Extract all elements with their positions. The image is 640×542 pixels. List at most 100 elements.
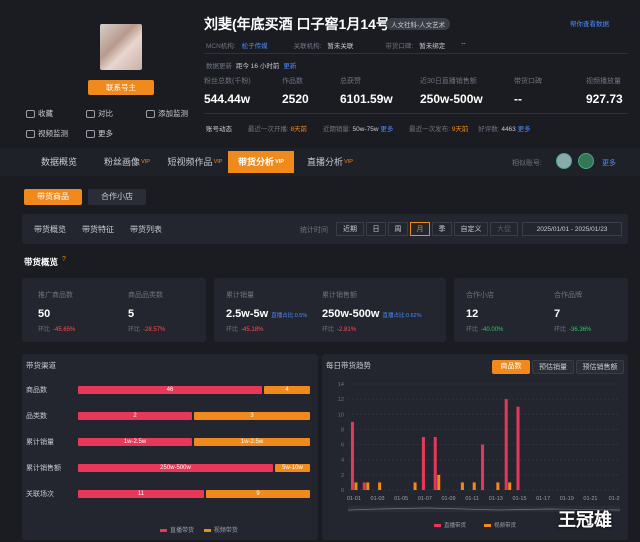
compare-button[interactable]: 对比 — [86, 108, 113, 119]
tab-overview[interactable]: 数据概览 — [30, 151, 88, 173]
stat-label: 作品数 — [282, 78, 303, 85]
channel-row-label: 累计销量 — [26, 439, 54, 446]
channel-bar-live: 250w-500w — [78, 464, 273, 472]
stat-value: 250w-500w — [420, 92, 483, 106]
similar-avatar-2[interactable] — [578, 153, 594, 169]
x-tick-label: 01-21 — [583, 496, 597, 502]
stat-label: 视频播放量 — [586, 78, 621, 85]
trend-bar — [362, 482, 366, 490]
platform-value: 暂未关联 — [327, 43, 354, 50]
tab-sales-label: 带货分析 — [238, 157, 275, 167]
kpi-change-value: -2.81% — [337, 327, 357, 333]
mcn-value[interactable]: 松子传媒 — [242, 40, 268, 50]
range-option[interactable]: 大促 — [490, 222, 518, 236]
subtab-shops[interactable]: 合作小店 — [88, 189, 146, 205]
channel-row-label: 关联场次 — [26, 491, 54, 498]
trend-bar — [413, 482, 417, 490]
kpi-change-value: -45.18% — [241, 327, 264, 333]
x-tick-label: 01-15 — [512, 496, 526, 502]
trend-bar — [421, 437, 425, 490]
kpi-item: 合作品牌 7 环比 -36.36% — [554, 290, 591, 333]
kpi-item: 累计销售额 250w-500w 直播占比:0.62% 环比 -2.81% — [322, 290, 422, 333]
range-option[interactable]: 月 — [410, 222, 430, 236]
channels-legend: 直播带货 视频带货 — [160, 525, 238, 534]
kpi-change-label: 环比 — [38, 327, 51, 333]
channel-row-label: 商品数 — [26, 387, 47, 394]
kpi-item: 累计销量 2.5w-5w 直播占比:0.5% 环比 -45.18% — [226, 290, 307, 333]
platform-label: 关联机构: — [293, 43, 322, 50]
channel-bar-live: 46 — [78, 386, 262, 394]
avatar[interactable] — [100, 24, 142, 70]
sales-label: 近期销量: — [322, 126, 351, 133]
date-range-picker[interactable]: 2025/01/01 - 2025/01/23 — [522, 222, 622, 236]
stat-label: 带货口碑 — [514, 78, 542, 85]
kpi-label: 合作小店 — [466, 292, 494, 299]
subnav-list[interactable]: 带货列表 — [130, 224, 162, 235]
metric-volume-button[interactable]: 预估销量 — [532, 360, 574, 374]
kpi-value: 50 — [38, 308, 51, 320]
tab-fans[interactable]: 粉丝画像VIP — [96, 151, 158, 173]
x-tick-label: 01-13 — [489, 496, 503, 502]
vip-badge: VIP — [141, 159, 150, 165]
last-live-value: 8天前 — [290, 126, 308, 133]
mcn-label: MCN机构: — [206, 43, 236, 50]
more-button[interactable]: 更多 — [86, 128, 113, 139]
shop-label: 带货口碑: — [385, 43, 414, 50]
contact-owner-button[interactable]: 联系号主 — [88, 80, 154, 95]
kpi-value: 250w-500w — [322, 308, 380, 320]
legend-label: 视频带货 — [494, 521, 517, 529]
range-option[interactable]: 自定义 — [454, 222, 488, 236]
likes-value: 4463 — [501, 126, 516, 133]
stat-item: 作品数 2520 — [282, 76, 309, 106]
subnav-overview[interactable]: 带货概览 — [34, 224, 66, 235]
channel-bar-live: 11 — [78, 490, 204, 498]
refresh-link[interactable]: 更新 — [283, 60, 296, 70]
kpi-change-label: 环比 — [466, 327, 479, 333]
legend-swatch — [434, 524, 441, 527]
range-option[interactable]: 日 — [366, 222, 386, 236]
x-tick-label: 01-2 — [609, 496, 620, 502]
trend-bar — [481, 444, 485, 490]
y-tick-label: 14 — [338, 382, 344, 388]
top-right-link[interactable]: 帮你查看数据 — [570, 18, 609, 28]
y-tick-label: 10 — [338, 412, 344, 418]
category-tag: 人文社科-人文艺术 — [386, 18, 451, 30]
activity-more-2[interactable]: 更多 — [518, 126, 531, 133]
subnav-features[interactable]: 带货特征 — [82, 224, 114, 235]
tab-videos[interactable]: 短视频作品VIP — [162, 151, 228, 173]
monitor-icon — [146, 109, 155, 118]
stat-value: 927.73 — [586, 92, 623, 106]
kpi-label: 合作品牌 — [554, 292, 582, 299]
range-option[interactable]: 周 — [388, 222, 408, 236]
range-option[interactable]: 季 — [432, 222, 452, 236]
shop-value: 暂未绑定 — [419, 43, 446, 50]
subtab-products[interactable]: 带货商品 — [24, 189, 82, 205]
extra-value: -- — [461, 40, 466, 47]
range-option[interactable]: 近期 — [336, 222, 364, 236]
add-monitor-button[interactable]: 添加监测 — [146, 108, 188, 119]
stat-value: 6101.59w — [340, 92, 393, 106]
metric-revenue-button[interactable]: 预估销售额 — [576, 360, 624, 374]
star-icon — [26, 109, 35, 118]
tab-sales-analysis[interactable]: 带货分析VIP — [228, 151, 294, 173]
kpi-extra: 直播占比:0.62% — [382, 313, 422, 319]
trend-bar — [516, 406, 520, 490]
similar-more-link[interactable]: 更多 — [602, 158, 616, 168]
metric-items-button[interactable]: 商品数 — [492, 360, 530, 374]
x-tick-label: 01-07 — [418, 496, 432, 502]
stat-item: 总获赞 6101.59w — [340, 76, 393, 106]
legend-video-label: 视频带货 — [213, 528, 238, 534]
activity-more-1[interactable]: 更多 — [380, 126, 393, 133]
tab-live-label: 直播分析 — [307, 157, 344, 167]
tab-live[interactable]: 直播分析VIP — [298, 151, 362, 173]
favorite-label: 收藏 — [38, 109, 53, 118]
kpi-change-value: -36.36% — [569, 327, 592, 333]
channel-bar-live: 2 — [78, 412, 192, 420]
video-monitor-button[interactable]: 视频监测 — [26, 128, 68, 139]
similar-avatar-1[interactable] — [556, 153, 572, 169]
stat-value: -- — [514, 92, 522, 106]
help-icon: ? — [62, 256, 66, 263]
data-update-label: 数据更新 — [206, 63, 232, 70]
stat-label: 总获赞 — [340, 78, 361, 85]
favorite-button[interactable]: 收藏 — [26, 108, 53, 119]
